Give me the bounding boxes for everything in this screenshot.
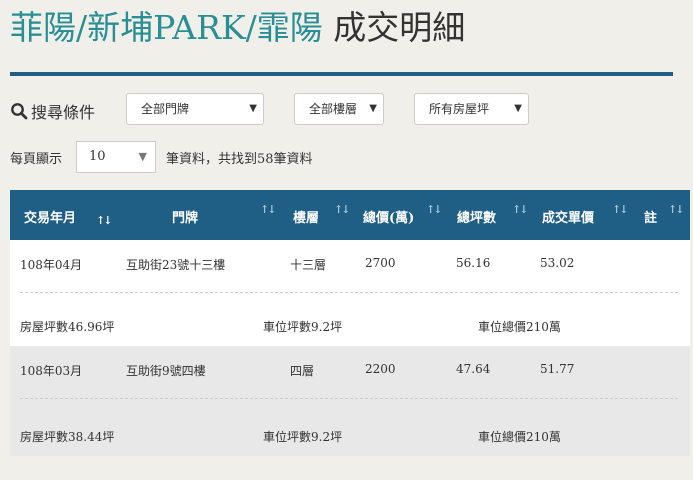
header-note[interactable]: 註 xyxy=(644,207,657,226)
sort-icon[interactable]: ↑↓ xyxy=(426,203,443,216)
table-row: 108年03月 互助街9號四樓 四層 2200 47.64 51.77 房屋坪數… xyxy=(10,346,690,456)
area-select[interactable]: 所有房屋坪 ▼ xyxy=(414,93,529,125)
cell-parking-area: 車位坪數9.2坪 xyxy=(263,320,343,334)
cell-total-area: 56.16 xyxy=(456,256,491,270)
header-total-price[interactable]: 總價(萬) xyxy=(363,207,414,226)
cell-address: 互助街9號四樓 xyxy=(126,364,206,378)
result-count: 筆資料，共找到58筆資料 xyxy=(166,152,313,167)
sort-icon[interactable]: ↑↓ xyxy=(512,203,529,216)
cell-house-area: 房屋坪數38.44坪 xyxy=(20,430,115,444)
floor-select[interactable]: 全部樓層 ▼ xyxy=(294,93,384,125)
transactions-table: 交易年月 ↑↓ 門牌 ↑↓ 樓層 ↑↓ 總價(萬) ↑↓ 總坪數 ↑↓ 成交單價… xyxy=(10,190,690,456)
cell-address: 互助街23號十三樓 xyxy=(126,258,226,272)
cell-parking-area: 車位坪數9.2坪 xyxy=(263,430,343,444)
chevron-down-icon: ▼ xyxy=(249,103,257,114)
cell-parking-price: 車位總價210萬 xyxy=(478,430,561,444)
title-divider xyxy=(10,72,673,76)
page-title-suffix: 成交明細 xyxy=(333,8,466,47)
per-page-select[interactable]: 10 ▼ xyxy=(76,141,156,173)
cell-parking-price: 車位總價210萬 xyxy=(478,320,561,334)
page-title-place: 菲陽/新埔PARK/霏陽 xyxy=(10,8,323,47)
address-select-value: 全部門牌 xyxy=(141,102,190,116)
row-divider xyxy=(20,398,678,399)
table-header: 交易年月 ↑↓ 門牌 ↑↓ 樓層 ↑↓ 總價(萬) ↑↓ 總坪數 ↑↓ 成交單價… xyxy=(10,190,690,240)
header-date[interactable]: 交易年月 xyxy=(24,207,76,226)
table-row: 108年04月 互助街23號十三樓 十三層 2700 56.16 53.02 房… xyxy=(10,240,690,346)
area-select-value: 所有房屋坪 xyxy=(429,102,490,116)
cell-date: 108年03月 xyxy=(20,364,83,378)
filter-bar: 搜尋條件 全部門牌 ▼ 全部樓層 ▼ 所有房屋坪 ▼ xyxy=(10,93,693,127)
cell-floor: 十三層 xyxy=(290,258,327,272)
chevron-down-icon: ▼ xyxy=(367,94,377,124)
paging-bar: 每頁顯示 10 ▼ 筆資料，共找到58筆資料 xyxy=(10,141,693,173)
chevron-down-icon: ▼ xyxy=(138,150,147,163)
header-address[interactable]: 門牌 xyxy=(172,207,198,226)
filter-label: 搜尋條件 xyxy=(10,99,95,123)
per-page-label: 每頁顯示 xyxy=(10,152,63,167)
floor-select-value: 全部樓層 xyxy=(309,102,358,116)
cell-total-price: 2200 xyxy=(365,362,396,376)
header-unit-price[interactable]: 成交單價 xyxy=(542,207,594,226)
sort-desc-icon[interactable]: ↑↓ xyxy=(96,214,113,227)
cell-date: 108年04月 xyxy=(20,258,83,272)
cell-floor: 四層 xyxy=(290,364,315,378)
header-total-area[interactable]: 總坪數 xyxy=(457,207,496,226)
cell-unit-price: 51.77 xyxy=(540,362,575,376)
page-title: 菲陽/新埔PARK/霏陽 成交明細 xyxy=(10,4,465,52)
sort-icon[interactable]: ↑↓ xyxy=(334,203,351,216)
header-floor[interactable]: 樓層 xyxy=(293,207,319,226)
search-icon xyxy=(11,103,28,120)
filter-label-text: 搜尋條件 xyxy=(31,103,96,122)
cell-total-area: 47.64 xyxy=(456,362,491,376)
sort-icon[interactable]: ↑↓ xyxy=(668,203,685,216)
chevron-down-icon: ▼ xyxy=(514,103,522,114)
per-page-value: 10 xyxy=(89,149,106,164)
cell-house-area: 房屋坪數46.96坪 xyxy=(20,320,115,334)
cell-total-price: 2700 xyxy=(365,256,396,270)
sort-icon[interactable]: ↑↓ xyxy=(612,203,629,216)
cell-unit-price: 53.02 xyxy=(540,256,575,270)
sort-icon[interactable]: ↑↓ xyxy=(260,203,277,216)
row-divider xyxy=(20,292,678,293)
address-select[interactable]: 全部門牌 ▼ xyxy=(126,93,264,125)
